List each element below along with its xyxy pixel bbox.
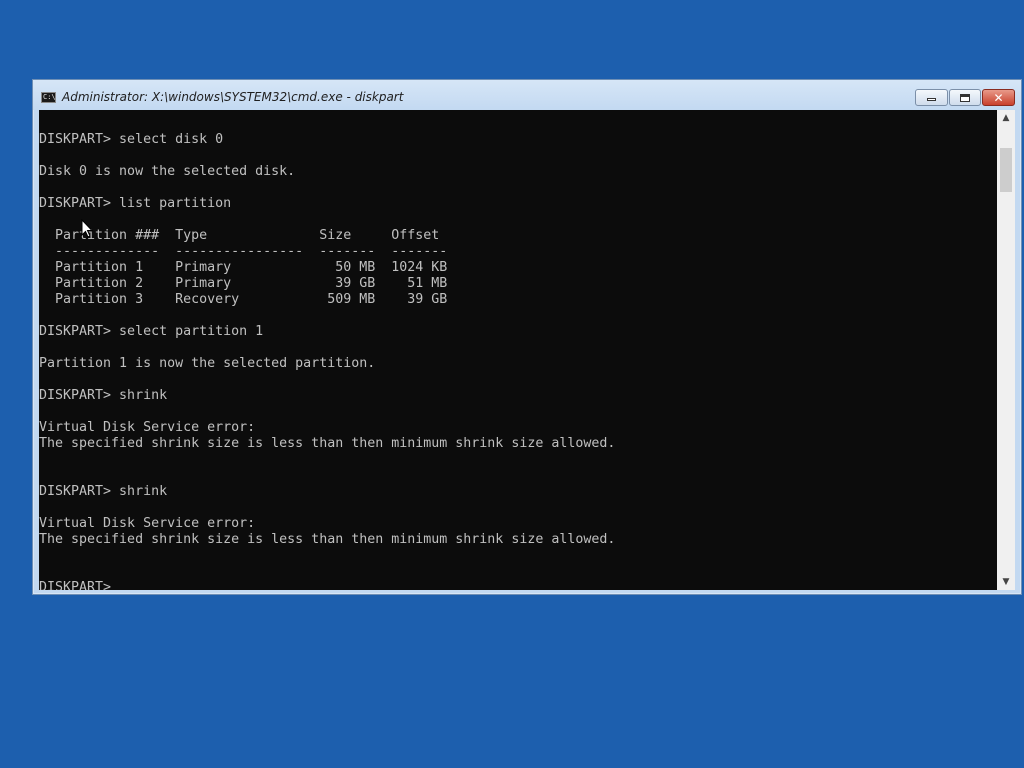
cmd-icon: C:\ xyxy=(41,92,56,103)
mouse-pointer-icon xyxy=(81,219,93,238)
close-button[interactable]: ✕ xyxy=(982,89,1015,106)
vertical-scrollbar[interactable]: ▲ ▼ xyxy=(997,110,1015,590)
console-output[interactable]: DISKPART> select disk 0 Disk 0 is now th… xyxy=(39,110,997,590)
window-title: Administrator: X:\windows\SYSTEM32\cmd.e… xyxy=(62,90,404,104)
cmd-window[interactable]: C:\ Administrator: X:\windows\SYSTEM32\c… xyxy=(32,79,1022,595)
minimize-icon xyxy=(927,98,936,101)
maximize-icon xyxy=(960,93,970,102)
close-icon: ✕ xyxy=(993,90,1004,105)
console-text: DISKPART> select disk 0 Disk 0 is now th… xyxy=(39,132,615,590)
scroll-up-arrow-icon[interactable]: ▲ xyxy=(997,110,1015,126)
scrollbar-thumb[interactable] xyxy=(1000,148,1012,192)
scroll-down-arrow-icon[interactable]: ▼ xyxy=(997,574,1015,590)
title-bar[interactable]: C:\ Administrator: X:\windows\SYSTEM32\c… xyxy=(33,80,1021,110)
maximize-button[interactable] xyxy=(949,89,981,106)
minimize-button[interactable] xyxy=(915,89,948,106)
console-lines: DISKPART> select disk 0 Disk 0 is now th… xyxy=(39,132,616,590)
